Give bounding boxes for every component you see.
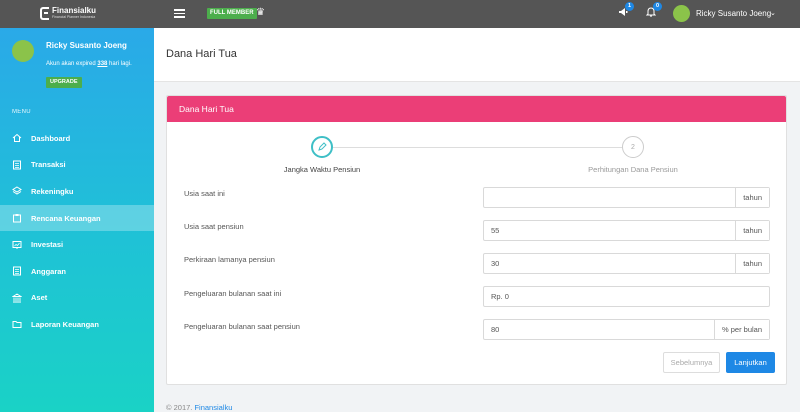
sidebar-user-name: Ricky Susanto Joeng <box>46 41 127 50</box>
next-button[interactable]: Lanjutkan <box>726 352 775 373</box>
sidebar-item-laporan-keuangan[interactable]: Laporan Keuangan <box>0 311 154 338</box>
sidebar-item-aset[interactable]: Aset <box>0 285 154 312</box>
sidebar-item-label: Dashboard <box>31 133 71 143</box>
field-label-retirement-duration: Perkiraan lamanya pensiun <box>184 255 275 264</box>
logo-mark-icon <box>40 6 49 20</box>
folder-icon <box>12 319 22 329</box>
logo-text: Finansialku <box>52 6 97 15</box>
retirement-monthly-expense-field: % per bulan <box>483 319 770 340</box>
retirement-duration-input[interactable] <box>484 254 736 273</box>
announcement-count-badge: 1 <box>625 2 634 11</box>
menu-heading: MENU <box>12 109 31 115</box>
sidebar-item-anggaran[interactable]: Anggaran <box>0 258 154 285</box>
current-age-unit: tahun <box>735 188 769 207</box>
sidebar-item-investasi[interactable]: Investasi <box>0 231 154 258</box>
previous-button[interactable]: Sebelumnya <box>663 352 720 373</box>
current-age-field: tahun <box>483 187 770 208</box>
sidebar-menu: Dashboard Transaksi Rekeningku Rencana K… <box>0 125 154 338</box>
footer-copyright: © 2017. <box>166 403 195 412</box>
logo-tagline: Financial Planner Indonesia <box>52 15 96 19</box>
app-logo[interactable]: Finansialku Financial Planner Indonesia <box>40 6 96 20</box>
clipboard-icon <box>12 213 22 223</box>
sidebar-item-label: Aset <box>31 293 48 303</box>
announcement-button[interactable]: 1 <box>618 2 634 21</box>
sidebar-item-label: Rencana Keuangan <box>31 213 101 223</box>
retirement-fund-panel: Dana Hari Tua 2 Jangka Waktu Pensiun Per… <box>166 95 787 385</box>
user-avatar[interactable] <box>673 5 690 22</box>
current-age-input[interactable] <box>484 188 736 207</box>
home-icon <box>12 133 22 143</box>
list-icon <box>12 266 22 276</box>
sidebar-item-label: Transaksi <box>31 160 66 170</box>
upgrade-button[interactable]: UPGRADE <box>46 77 82 88</box>
field-label-retirement-monthly-expense: Pengeluaran bulanan saat pensiun <box>184 322 300 331</box>
retirement-age-input[interactable] <box>484 221 736 240</box>
notifications-button[interactable]: 0 <box>645 2 662 21</box>
crown-icon: ♛ <box>256 7 265 18</box>
list-icon <box>12 160 22 170</box>
user-menu-name[interactable]: Ricky Susanto Joeng <box>696 9 771 19</box>
page-title: Dana Hari Tua <box>166 48 237 60</box>
sidebar: Ricky Susanto Joeng Akun akan expired 33… <box>0 28 154 412</box>
top-navbar: Finansialku Financial Planner Indonesia … <box>0 0 800 28</box>
retirement-age-unit: tahun <box>735 221 769 240</box>
wizard-step-2-label: Perhitungan Dana Pensiun <box>588 165 678 174</box>
current-monthly-expense-input[interactable] <box>484 287 769 306</box>
field-label-retirement-age: Usia saat pensiun <box>184 222 244 231</box>
current-monthly-expense-field <box>483 286 770 307</box>
retirement-duration-field: tahun <box>483 253 770 274</box>
expiry-days: 338 <box>97 61 108 67</box>
retirement-monthly-expense-unit: % per bulan <box>713 320 769 339</box>
sidebar-item-rencana-keuangan[interactable]: Rencana Keuangan <box>0 204 154 232</box>
footer-link[interactable]: Finansialku <box>194 403 232 412</box>
field-label-current-age: Usia saat ini <box>184 189 225 198</box>
wizard-step-2[interactable]: 2 <box>622 136 644 158</box>
sidebar-item-label: Laporan Keuangan <box>31 319 99 329</box>
wizard-step-1[interactable] <box>311 136 333 158</box>
sidebar-item-rekeningku[interactable]: Rekeningku <box>0 178 154 205</box>
sidebar-item-transaksi[interactable]: Transaksi <box>0 152 154 179</box>
sidebar-item-label: Rekeningku <box>31 186 74 196</box>
wizard-progress-line <box>333 147 622 148</box>
account-expiry-text: Akun akan expired 338 hari lagi. <box>46 61 132 67</box>
field-label-current-monthly-expense: Pengeluaran bulanan saat ini <box>184 289 282 298</box>
retirement-duration-unit: tahun <box>735 254 769 273</box>
sidebar-avatar <box>12 40 34 62</box>
bank-icon <box>12 293 22 303</box>
notification-count-badge: 0 <box>653 2 662 11</box>
page-header: Dana Hari Tua <box>154 28 800 82</box>
sidebar-item-dashboard[interactable]: Dashboard <box>0 125 154 152</box>
wizard-step-1-label: Jangka Waktu Pensiun <box>283 165 361 174</box>
sidebar-item-label: Investasi <box>31 240 64 250</box>
layers-icon <box>12 186 22 196</box>
pencil-icon <box>318 142 327 151</box>
member-badge: FULL MEMBER <box>207 8 257 19</box>
presentation-icon <box>12 240 22 250</box>
sidebar-item-label: Anggaran <box>31 266 67 276</box>
retirement-age-field: tahun <box>483 220 770 241</box>
menu-toggle-icon[interactable] <box>174 9 185 18</box>
footer: © 2017. Finansialku <box>166 403 232 412</box>
panel-title: Dana Hari Tua <box>167 96 786 122</box>
chevron-down-icon[interactable]: ⌄ <box>770 9 776 19</box>
retirement-monthly-expense-input[interactable] <box>484 320 714 339</box>
